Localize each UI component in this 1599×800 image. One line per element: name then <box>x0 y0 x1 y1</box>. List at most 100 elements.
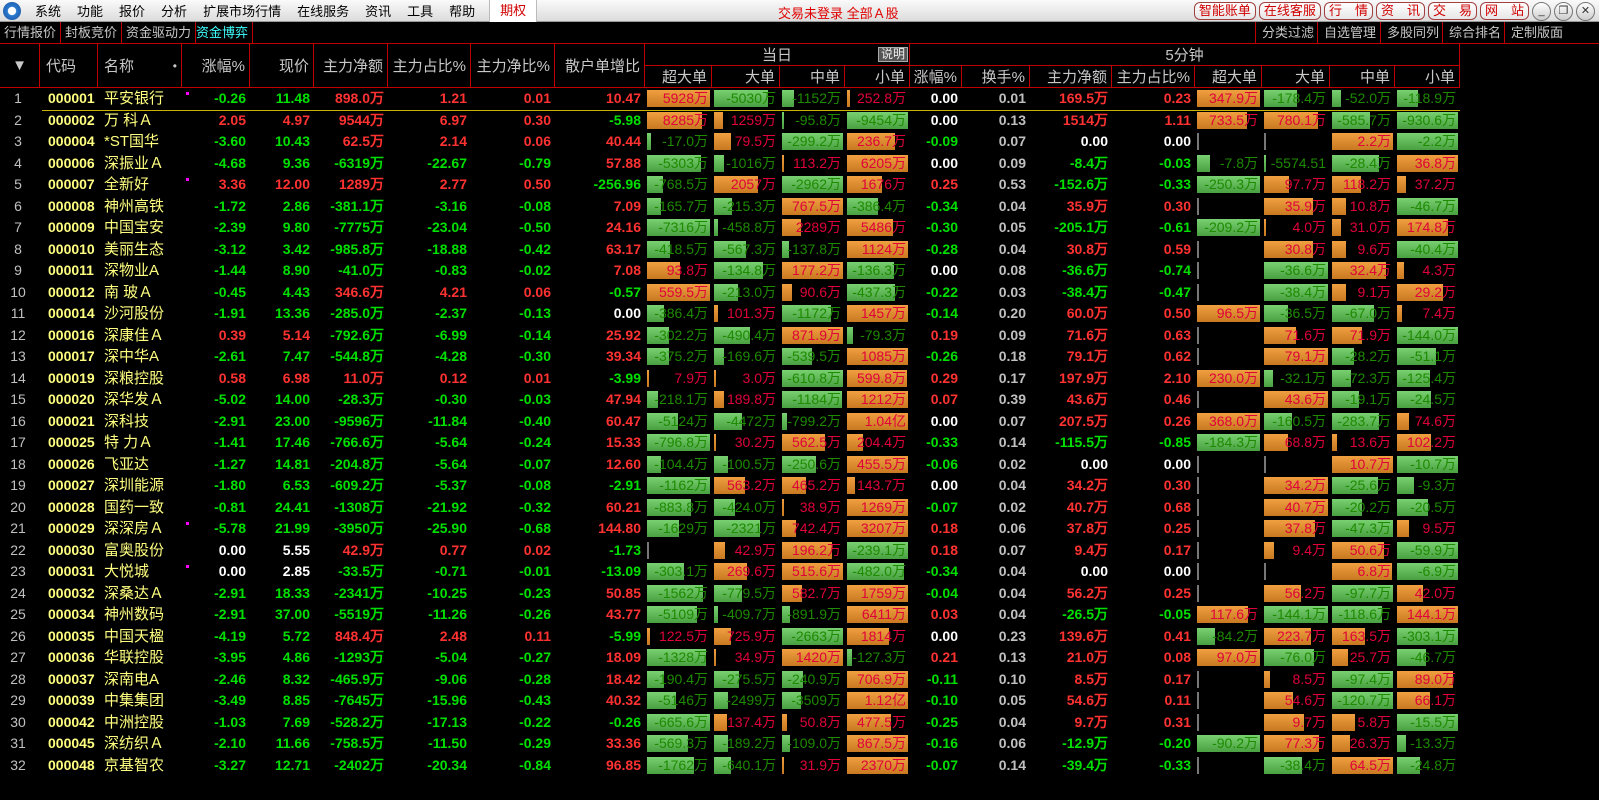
restore-icon[interactable]: ❐ <box>1554 2 1573 21</box>
table-row[interactable]: 28 000037 深南电A -2.46 8.32 -465.9万 -9.06 -0.28 18… <box>0 669 1460 691</box>
table-row[interactable]: 20 000028 国药一致 -0.81 24.41 -1308万 -21.92 -0.32 6… <box>0 497 1460 519</box>
col-5min-1[interactable]: 换手% <box>962 66 1030 88</box>
table-row[interactable]: 22 000030 富奥股份 0.00 5.55 42.9万 0.77 0.02 -1.73 42… <box>0 540 1460 562</box>
explain-button[interactable]: 说明 <box>878 47 909 62</box>
menu-online-service[interactable]: 在线服务 <box>289 1 357 20</box>
table-row[interactable]: 7 000009 中国宝安 -2.39 9.80 -7775万 -23.04 -0.50 24.… <box>0 217 1460 239</box>
table-row[interactable]: 4 000006 深振业Ａ -4.68 9.36 -6319万 -22.67 -0.79 57.… <box>0 153 1460 175</box>
table-row[interactable]: 3 000004 *ST国华 -3.60 10.43 62.5万 2.14 0.06 40.44… <box>0 131 1460 153</box>
table-row[interactable]: 16 000021 深科技 -2.91 23.00 -9596万 -11.84 -0.40 60… <box>0 411 1460 433</box>
watchlist-button[interactable]: 自选管理 <box>1317 22 1382 43</box>
col-5min-7[interactable]: 小单 <box>1395 66 1460 88</box>
table-row[interactable]: 30 000042 中洲控股 -1.03 7.69 -528.2万 -17.13 -0.22 -… <box>0 712 1460 734</box>
day-cell: 189.8万 <box>712 389 780 411</box>
table-row[interactable]: 9 000011 深物业A -1.44 8.90 -41.0万 -0.83 -0.02 7.08… <box>0 260 1460 282</box>
menu-tools[interactable]: 工具 <box>399 1 441 20</box>
day-cell: -1184万 <box>780 389 845 411</box>
day-value: 3.0万 <box>742 369 776 386</box>
table-row[interactable]: 10 000012 南 玻Ａ -0.45 4.43 346.6万 4.21 0.06 -0.57… <box>0 282 1460 304</box>
table-row[interactable]: 2 000002 万 科Ａ 2.05 4.97 9544万 6.97 0.30 -5.98 828… <box>0 110 1460 132</box>
col-5min-4[interactable]: 超大单 <box>1195 66 1262 88</box>
table-row[interactable]: 8 000010 美丽生态 -3.12 3.42 -985.8万 -18.88 -0.42 63… <box>0 239 1460 261</box>
col-day-0[interactable]: 超大单 <box>645 66 712 88</box>
col-5min-2[interactable]: 主力净额 <box>1030 66 1112 88</box>
table-row[interactable]: 6 000008 神州高铁 -1.72 2.86 -381.1万 -3.16 -0.08 7.0… <box>0 196 1460 218</box>
main-ratio: -11.26 <box>428 606 467 622</box>
col-5min-6[interactable]: 中单 <box>1330 66 1395 88</box>
main-net-ratio: -0.02 <box>519 262 551 278</box>
table-row[interactable]: 27 000036 华联控股 -3.95 4.86 -1293万 -5.04 -0.27 18.… <box>0 647 1460 669</box>
price: 14.81 <box>274 455 310 472</box>
table-row[interactable]: 31 000045 深纺织Ａ -2.10 11.66 -758.5万 -11.50 -0.29… <box>0 733 1460 755</box>
custom-layout-button[interactable]: 定制版面 <box>1504 22 1569 43</box>
website-button[interactable]: 网 站 <box>1479 2 1529 20</box>
table-row[interactable]: 12 000016 深康佳Ａ 0.39 5.14 -792.6万 -6.99 -0.14 25.… <box>0 325 1460 347</box>
ranking-button[interactable]: 综合排名 <box>1442 22 1507 43</box>
menu-system[interactable]: 系统 <box>27 1 69 20</box>
table-row[interactable]: 21 000029 深深房Ａ -5.78 21.99 -3950万 -25.90 -0.68 1… <box>0 518 1460 540</box>
menu-extended-market[interactable]: 扩展市场行情 <box>195 1 289 20</box>
online-support-button[interactable]: 在线客服 <box>1258 2 1321 20</box>
table-row[interactable]: 24 000032 深桑达Ａ -2.91 18.33 -2341万 -10.25 -0.23 5… <box>0 583 1460 605</box>
menu-options[interactable]: 期权 <box>489 0 538 22</box>
min5-main-net: -12.9万 <box>1062 735 1108 751</box>
day-cell: -424.0万 <box>712 497 780 519</box>
table-row[interactable]: 1 000001 平安银行 -0.26 11.48 898.0万 1.21 0.01 10.47… <box>0 88 1460 110</box>
app-logo-icon[interactable] <box>3 1 21 20</box>
table-row[interactable]: 5 000007 全新好 3.36 12.00 1289万 2.77 0.50 -256.96-… <box>0 174 1460 196</box>
table-row[interactable]: 17 000025 特 力Ａ -1.41 17.46 -766.6万 -5.64 -0.24 1… <box>0 432 1460 454</box>
filter-button[interactable]: 分类过滤 <box>1255 22 1320 43</box>
table-row[interactable]: 15 000020 深华发Ａ -5.02 14.00 -28.3万 -0.30 -0.03 47… <box>0 389 1460 411</box>
col-main-net[interactable]: 主力净额 <box>314 44 388 88</box>
menu-help[interactable]: 帮助 <box>441 1 483 20</box>
col-change[interactable]: 涨幅% <box>182 44 250 88</box>
table-row[interactable]: 19 000027 深圳能源 -1.80 6.53 -609.2万 -5.37 -0.08 -2… <box>0 475 1460 497</box>
col-main-ratio[interactable]: 主力占比% <box>388 44 471 88</box>
table-row[interactable]: 25 000034 神州数码 -2.91 37.00 -5519万 -11.26 -0.26 4… <box>0 604 1460 626</box>
minimize-icon[interactable]: _ <box>1532 2 1551 21</box>
tab-quotes[interactable]: 行情报价 <box>0 22 62 43</box>
tab-limit-auction[interactable]: 封板竞价 <box>61 22 123 43</box>
table-row[interactable]: 13 000017 深中华A -2.61 7.47 -544.8万 -4.28 -0.30 39… <box>0 346 1460 368</box>
min5-main-net: 56.2万 <box>1066 584 1108 601</box>
menu-quote[interactable]: 报价 <box>111 1 153 20</box>
table-row[interactable]: 14 000019 深粮控股 0.58 6.98 11.0万 0.12 0.01 -3.99 7.… <box>0 368 1460 390</box>
min5-bar <box>1197 541 1199 559</box>
col-name[interactable]: 名称 • <box>98 44 182 88</box>
table-row[interactable]: 26 000035 中国天楹 -4.19 5.72 848.4万 2.48 0.11 -5.99… <box>0 626 1460 648</box>
table-row[interactable]: 11 000014 沙河股份 -1.91 13.36 -285.0万 -2.37 -0.13 0… <box>0 303 1460 325</box>
day-cell: 477.5万 <box>845 712 910 734</box>
col-price[interactable]: 现价 <box>250 44 314 88</box>
table-row[interactable]: 29 000039 中集集团 -3.49 8.85 -7645万 -15.96 -0.43 40… <box>0 690 1460 712</box>
table-row[interactable]: 18 000026 飞亚达 -1.27 14.81 -204.8万 -5.64 -0.07 12… <box>0 454 1460 476</box>
col-5min-5[interactable]: 大单 <box>1262 66 1330 88</box>
col-5min-0[interactable]: 涨幅% <box>910 66 962 88</box>
col-5min-3[interactable]: 主力占比% <box>1112 66 1195 88</box>
news-button[interactable]: 资 讯 <box>1375 2 1425 20</box>
main-ratio: 0.77 <box>439 541 467 558</box>
col-day-1[interactable]: 大单 <box>712 66 780 88</box>
close-icon[interactable]: ✕ <box>1576 2 1595 21</box>
day-cell: 1457万 <box>845 303 910 325</box>
menu-analysis[interactable]: 分析 <box>153 1 195 20</box>
tab-fund-game[interactable]: 资金博弈 <box>192 22 254 43</box>
sort-toggle[interactable]: ▼ <box>0 44 40 88</box>
col-code[interactable]: 代码 <box>40 44 98 88</box>
multi-stock-button[interactable]: 多股同列 <box>1380 22 1445 43</box>
menu-function[interactable]: 功能 <box>69 1 111 20</box>
table-row[interactable]: 32 000048 京基智农 -3.27 12.71 -2402万 -20.34 -0.84 9… <box>0 755 1460 777</box>
min5-main-net: 37.8万 <box>1066 520 1108 536</box>
col-day-3[interactable]: 小单 <box>845 66 910 88</box>
smart-bill-button[interactable]: 智能账单 <box>1193 2 1256 20</box>
col-day-2[interactable]: 中单 <box>780 66 845 88</box>
tab-fund-drive[interactable]: 资金驱动力 <box>122 22 197 43</box>
menu-news[interactable]: 资讯 <box>357 1 399 20</box>
col-retail-increase[interactable]: 散户单增比 <box>555 44 645 88</box>
trade-button[interactable]: 交 易 <box>1427 2 1477 20</box>
day-value: -458.8万 <box>722 219 776 235</box>
col-main-net-ratio[interactable]: 主力净比% <box>471 44 555 88</box>
min5-main-net: 60.0万 <box>1066 305 1108 321</box>
market-button[interactable]: 行 情 <box>1323 2 1373 20</box>
stock-code: 000006 <box>48 154 95 171</box>
table-row[interactable]: 23 000031 大悦城 0.00 2.85 -33.5万 -0.71 -0.01 -13.0… <box>0 561 1460 583</box>
